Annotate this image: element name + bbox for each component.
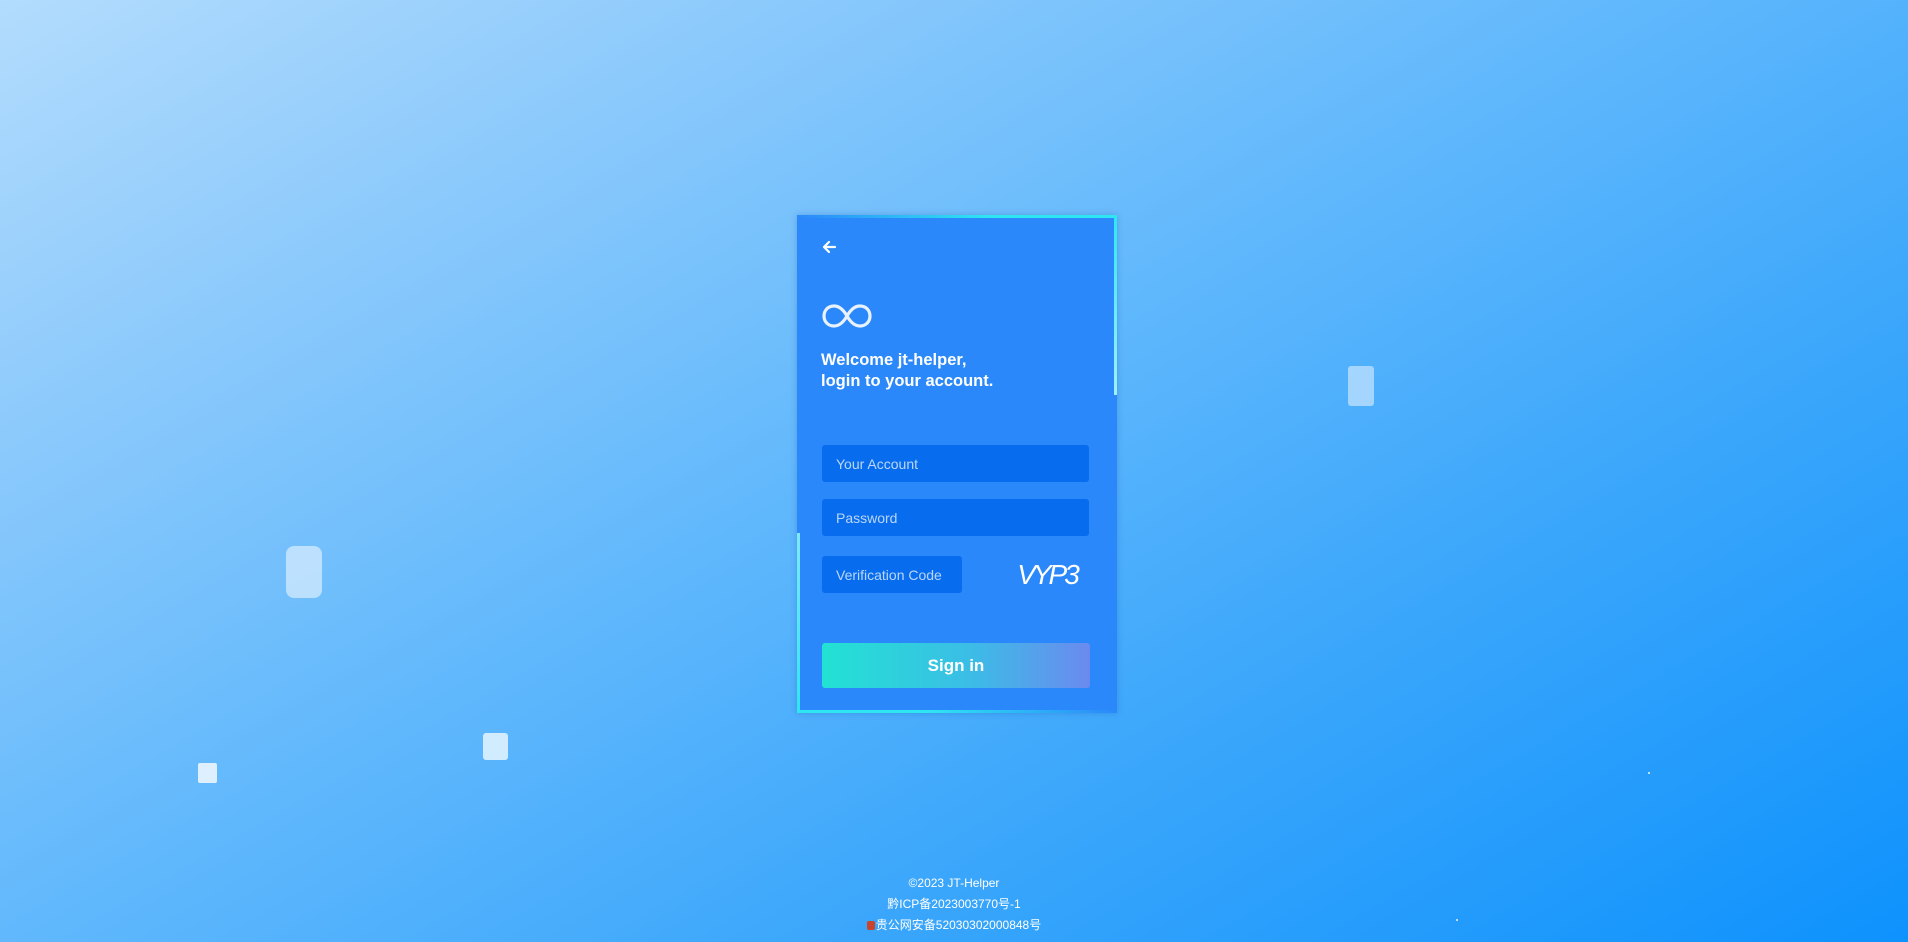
sign-in-button[interactable]: Sign in — [822, 643, 1090, 688]
welcome-line-1: Welcome jt-helper, — [821, 351, 967, 369]
icp-link[interactable]: 黔ICP备2023003770号-1 — [0, 894, 1908, 915]
login-card: Welcome jt-helper, login to your account… — [797, 215, 1117, 713]
card-border-right — [1114, 215, 1117, 395]
footer: ©2023 JT-Helper 黔ICP备2023003770号-1 贵公网安备… — [0, 873, 1908, 936]
floating-square — [1348, 366, 1374, 406]
back-button[interactable] — [819, 237, 839, 257]
verification-code-input[interactable] — [822, 556, 962, 593]
card-border-left — [797, 533, 800, 713]
card-border-bottom — [797, 710, 1117, 713]
police-badge-icon — [866, 921, 875, 930]
floating-square — [286, 546, 322, 598]
copyright-text: ©2023 JT-Helper — [908, 876, 1000, 890]
infinity-logo-icon — [821, 301, 873, 331]
arrow-left-icon — [822, 240, 837, 254]
captcha-image[interactable]: VYP3 — [1007, 557, 1087, 593]
password-input[interactable] — [822, 499, 1089, 536]
floating-dot — [1648, 772, 1650, 774]
welcome-heading: Welcome jt-helper, login to your account… — [821, 350, 993, 392]
floating-square — [483, 733, 508, 760]
floating-square — [198, 763, 217, 783]
welcome-line-2: login to your account. — [821, 372, 994, 390]
police-record[interactable]: 贵公网安备52030302000848号 — [0, 915, 1908, 936]
account-input[interactable] — [822, 445, 1089, 482]
police-record-text[interactable]: 贵公网安备52030302000848号 — [876, 918, 1041, 932]
card-border-top — [797, 215, 1117, 218]
